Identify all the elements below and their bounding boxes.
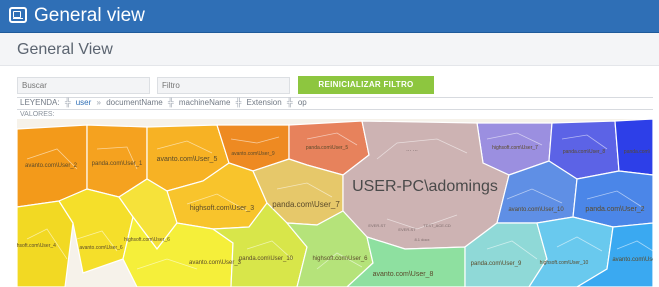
- voronoi-cell-label: highsoft.com\User_10: [540, 260, 589, 266]
- voronoi-cell-label: avanto.com\User_8: [373, 271, 434, 278]
- controls-bar: REINICIALIZAR FILTRO: [0, 66, 659, 98]
- voronoi-cell-label: highsoft.com\User_3: [190, 205, 254, 212]
- voronoi-detail-label: EVER-ST: [368, 223, 386, 228]
- voronoi-cell-label: highsoft.com\User_6: [124, 237, 170, 243]
- voronoi-cell-label: panda.com\User_8: [563, 149, 605, 155]
- drag-handle-icon: ╬: [235, 98, 242, 107]
- voronoi-detail-label: ... ...: [406, 147, 418, 153]
- voronoi-cell-label: avanto.com\User_10: [508, 207, 564, 213]
- legend-row: LEYENDA: ╬ user » documentName ╬ machine…: [20, 98, 310, 107]
- voronoi-cell-label: USER-PC\adomings: [352, 178, 498, 195]
- voronoi-cell-label: panda.com\User_7: [272, 200, 340, 209]
- voronoi-treemap[interactable]: avanto.com\User_2 panda.com\User_1 avanto.…: [17, 119, 653, 287]
- drag-handle-icon: ╬: [167, 98, 174, 107]
- legend: LEYENDA: ╬ user » documentName ╬ machine…: [0, 98, 653, 109]
- arrow-icon: »: [96, 98, 101, 107]
- divider: [17, 109, 653, 110]
- voronoi-cell-label: highsoft.com\User_4: [17, 243, 56, 249]
- legend-label: LEYENDA:: [20, 98, 60, 107]
- legend-item-user[interactable]: user: [76, 98, 92, 107]
- legend-item-documentname[interactable]: documentName: [106, 98, 162, 107]
- voronoi-cell-label: panda.com\User_1: [92, 161, 143, 167]
- voronoi-detail-label: TEST_ACE.CD: [423, 223, 451, 228]
- voronoi-cell[interactable]: [614, 119, 653, 176]
- filter-input[interactable]: [157, 77, 290, 94]
- page-header: General View: [0, 33, 659, 66]
- voronoi-cell-label: avanto.com\User_2: [25, 163, 78, 169]
- voronoi-cell-label: panda.com\User_2: [585, 206, 644, 213]
- voronoi-cell-label: avanto.com\User_9: [231, 151, 275, 157]
- voronoi-cell-label: panda.com\: [624, 149, 651, 155]
- drag-handle-icon: ╬: [286, 98, 293, 107]
- voronoi-cell-label: avanto.com\User: [612, 257, 653, 263]
- app-title: General view: [34, 5, 145, 26]
- page-title: General View: [17, 41, 113, 58]
- reset-filter-button[interactable]: REINICIALIZAR FILTRO: [298, 76, 434, 94]
- top-bar: General view: [0, 0, 659, 33]
- voronoi-cell-label: highsoft.com\User_6: [312, 256, 368, 262]
- dashboard-icon: [9, 7, 27, 23]
- voronoi-cell[interactable]: [572, 170, 653, 228]
- voronoi-cell-label: avanto.com\User_3: [189, 260, 242, 266]
- legend-item-op[interactable]: op: [298, 98, 307, 107]
- voronoi-cell-label: panda.com\User_9: [471, 261, 522, 267]
- voronoi-detail-label: 8.1 docx: [414, 237, 429, 242]
- legend-item-extension[interactable]: Extension: [247, 98, 282, 107]
- voronoi-detail-label: EVER-ST: [398, 227, 416, 232]
- search-input[interactable]: [17, 77, 150, 94]
- drag-handle-icon: ╬: [64, 98, 71, 107]
- voronoi-cell-label: panda.com\User_10: [239, 256, 294, 262]
- legend-item-machinename[interactable]: machineName: [179, 98, 231, 107]
- values-label: VALORES:: [20, 111, 55, 118]
- voronoi-cell-label: avanto.com\User_5: [157, 156, 218, 163]
- voronoi-cell-label: avanto.com\User_6: [79, 245, 123, 251]
- voronoi-cell-label: panda.com\User_5: [306, 145, 348, 151]
- voronoi-cell-label: highsoft.com\User_7: [492, 145, 538, 151]
